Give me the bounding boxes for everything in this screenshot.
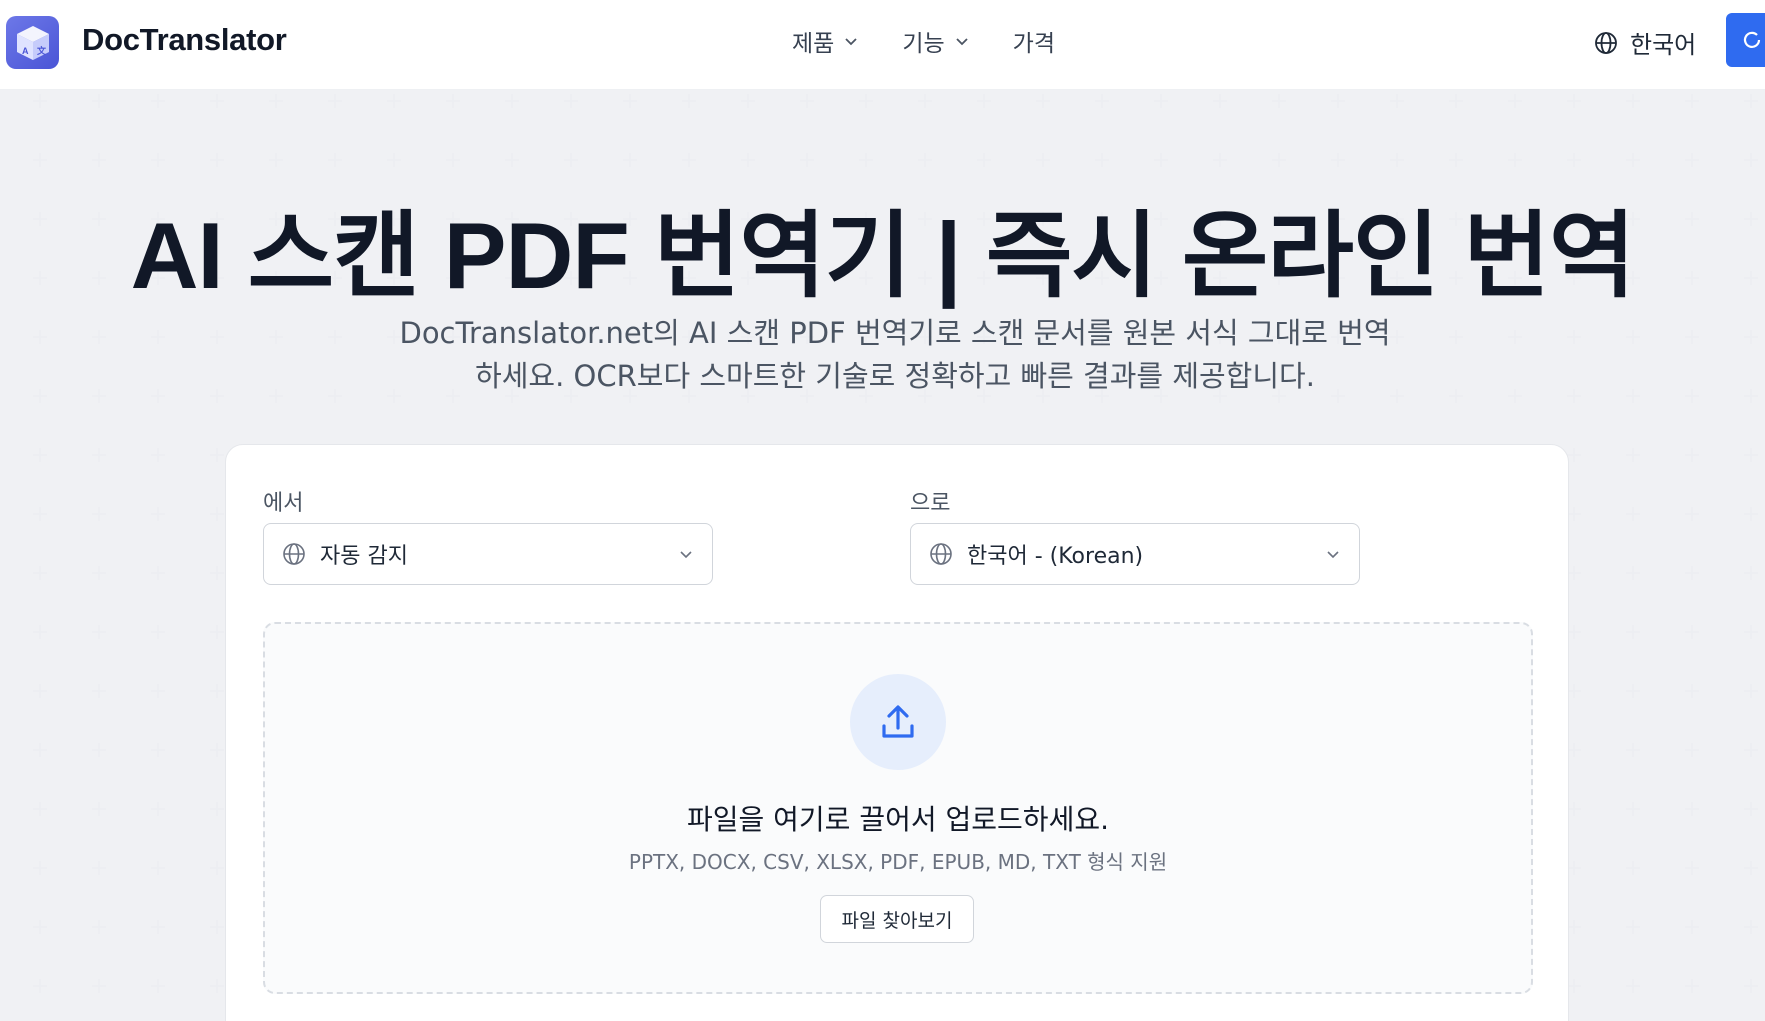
supported-formats: PPTX, DOCX, CSV, XLSX, PDF, EPUB, MD, TX… xyxy=(628,850,1168,874)
nav-item-pricing[interactable]: 가격 xyxy=(1013,24,1055,58)
chevron-down-icon xyxy=(680,551,692,559)
page-title: AI 스캔 PDF 번역기 | 즉시 온라인 번역 xyxy=(130,203,1636,308)
nav-item-label: 기능 xyxy=(902,31,945,57)
target-language-select[interactable]: 한국어 - (Korean) xyxy=(910,523,1360,585)
svg-text:文: 文 xyxy=(36,45,47,56)
chevron-down-icon xyxy=(845,38,857,46)
page-subtitle: DocTranslator.net의 AI 스캔 PDF 번역기로 스캔 문서를… xyxy=(360,312,1430,398)
target-language-value: 한국어 - (Korean) xyxy=(967,544,1144,569)
translator-card: 에서 자동 감지 으로 한국어 - (Korean) 파일을 여기로 끌어서 업… xyxy=(225,444,1569,1021)
primary-cta-button[interactable] xyxy=(1726,13,1765,67)
browse-files-button[interactable]: 파일 찾아보기 xyxy=(820,895,974,943)
file-dropzone[interactable]: 파일을 여기로 끌어서 업로드하세요. PPTX, DOCX, CSV, XLS… xyxy=(263,622,1533,994)
source-language-select[interactable]: 자동 감지 xyxy=(263,523,713,585)
svg-text:A: A xyxy=(22,46,29,56)
subtitle-line: DocTranslator.net의 AI 스캔 PDF 번역기로 스캔 문서를… xyxy=(399,316,1391,350)
dropzone-title: 파일을 여기로 끌어서 업로드하세요. xyxy=(686,803,1109,836)
nav-item-label: 가격 xyxy=(1012,31,1055,57)
nav-item-features[interactable]: 기능 xyxy=(902,24,968,58)
globe-icon xyxy=(930,543,952,565)
globe-icon xyxy=(1595,31,1617,54)
nav-item-products[interactable]: 제품 xyxy=(792,24,858,58)
top-navigation-bar: A 文 DocTranslator 제품 기능 가격 한국어 xyxy=(0,0,1765,90)
main-nav: 제품 기능 가격 xyxy=(792,24,1055,58)
source-language-label: 에서 xyxy=(263,491,304,516)
language-switcher[interactable]: 한국어 xyxy=(1594,25,1696,60)
brand-name[interactable]: DocTranslator xyxy=(82,22,287,58)
globe-icon xyxy=(283,543,305,565)
cube-translate-logo-icon[interactable]: A 文 xyxy=(6,16,59,69)
nav-item-label: 제품 xyxy=(792,31,835,57)
subtitle-line: 하세요. OCR보다 스마트한 기술로 정확하고 빠른 결과를 제공합니다. xyxy=(475,359,1315,393)
upload-icon xyxy=(882,705,914,738)
chevron-down-icon xyxy=(956,38,968,46)
target-language-label: 으로 xyxy=(910,491,951,516)
language-label: 한국어 xyxy=(1630,31,1697,59)
source-language-value: 자동 감지 xyxy=(320,544,408,569)
chevron-down-icon xyxy=(1327,551,1339,559)
spinner-icon xyxy=(1743,31,1761,48)
upload-icon-badge xyxy=(850,674,946,770)
